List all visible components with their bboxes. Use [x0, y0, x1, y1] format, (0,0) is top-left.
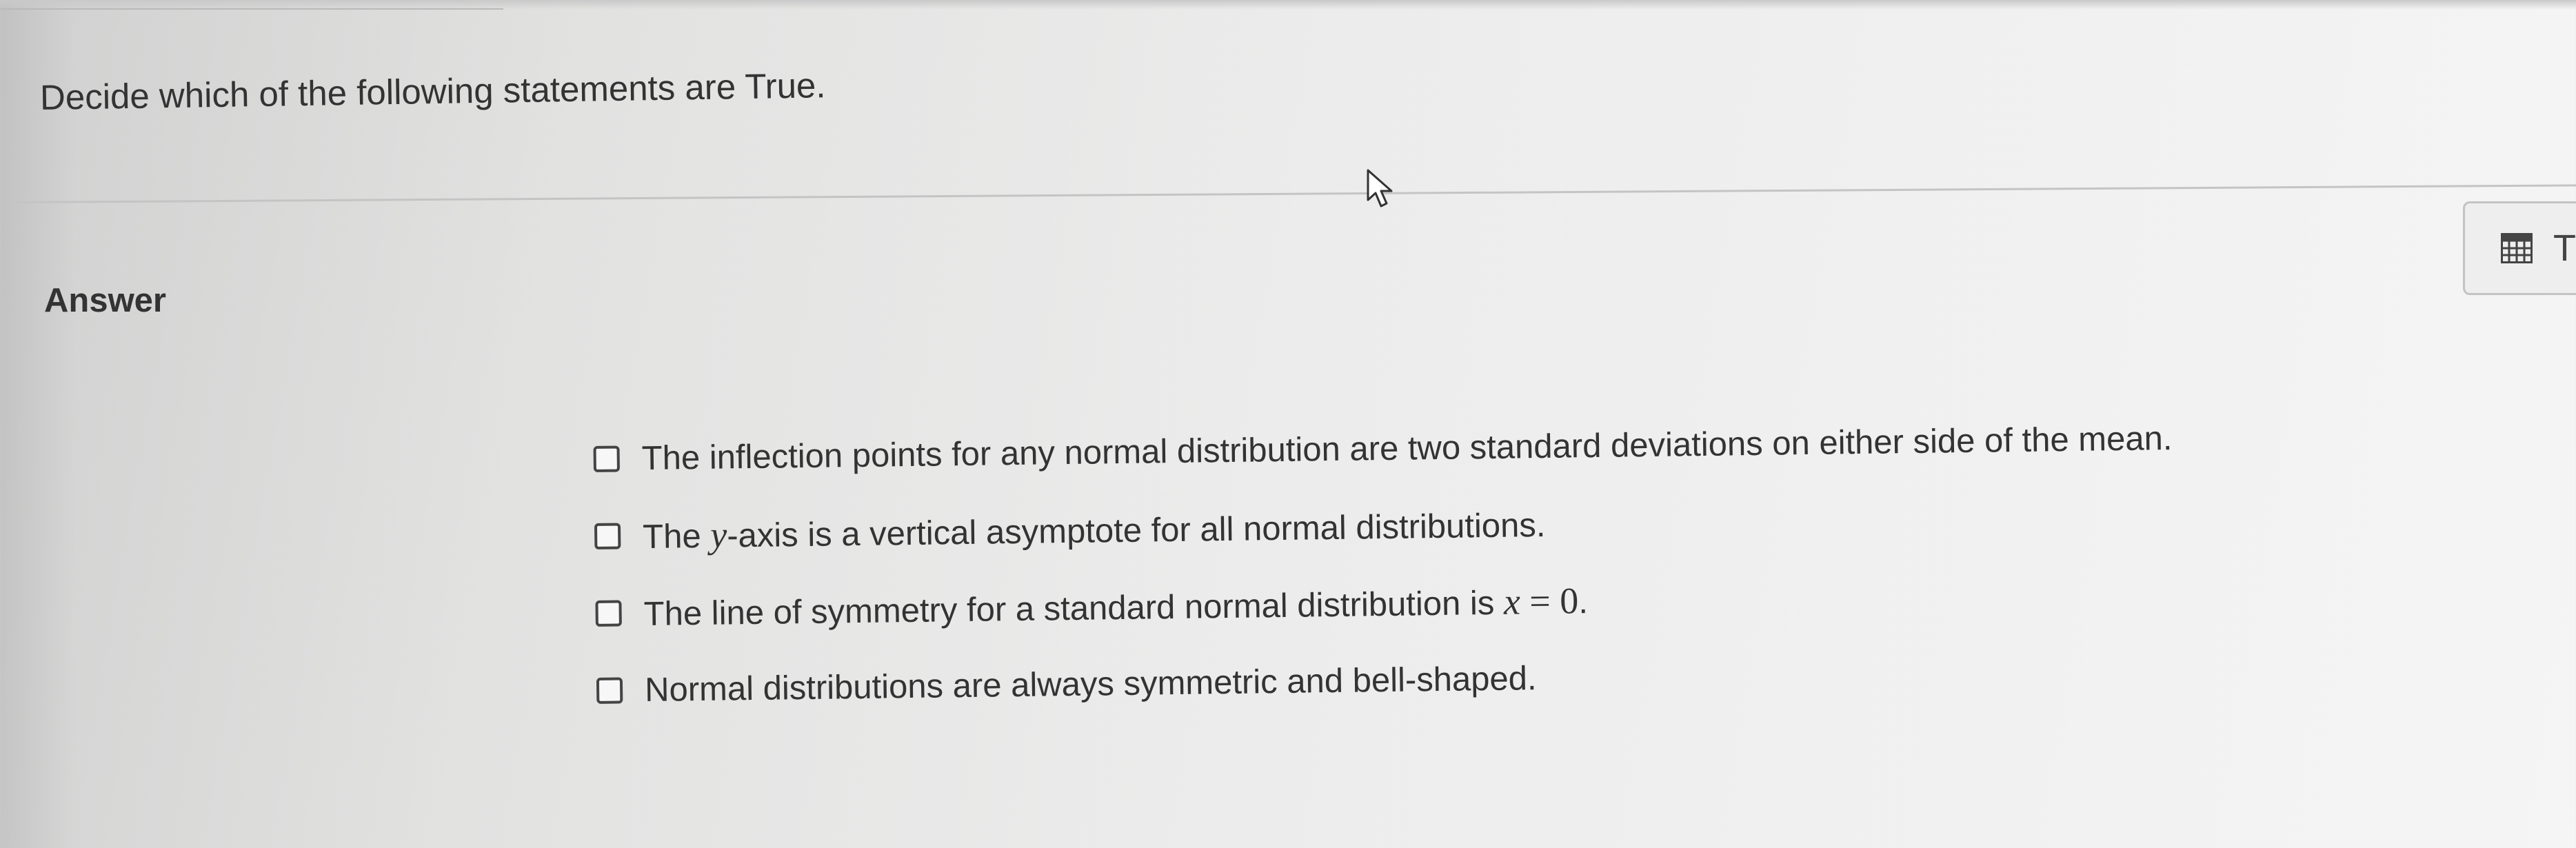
option-3-math-var: x [1503, 581, 1521, 623]
option-3-text-before: The line of symmetry for a standard norm… [643, 584, 1505, 634]
edge-shadow [0, 0, 76, 848]
answer-label: Answer [44, 282, 167, 319]
option-4-label[interactable]: Normal distributions are always symmetri… [645, 659, 1537, 709]
option-1-label[interactable]: The inflection points for any normal dis… [641, 419, 2172, 478]
option-3-math-rest: = 0 [1520, 580, 1579, 623]
option-4-checkbox[interactable] [596, 677, 623, 704]
option-3-label[interactable]: The line of symmetry for a standard norm… [643, 579, 1588, 634]
option-3-text-after: . [1578, 583, 1589, 621]
answer-options: The inflection points for any normal dis… [593, 400, 2176, 729]
mouse-pointer-icon [1367, 169, 1393, 208]
option-1-checkbox[interactable] [593, 445, 620, 472]
side-tool-letter[interactable]: T [2553, 227, 2576, 270]
side-tool-tab[interactable]: T [2463, 201, 2576, 295]
option-2-text-before: The [642, 517, 711, 556]
option-2-label[interactable]: The y-axis is a vertical asymptote for a… [643, 503, 1546, 557]
option-2-checkbox[interactable] [594, 523, 621, 549]
question-prompt: Decide which of the following statements… [39, 65, 826, 117]
calculator-icon[interactable] [2501, 233, 2533, 263]
option-2-math: y [710, 514, 727, 556]
top-divider [0, 8, 503, 10]
section-divider [13, 184, 2576, 203]
option-2-text-after: -axis is a vertical asymptote for all no… [726, 506, 1546, 555]
option-3-checkbox[interactable] [595, 600, 622, 627]
